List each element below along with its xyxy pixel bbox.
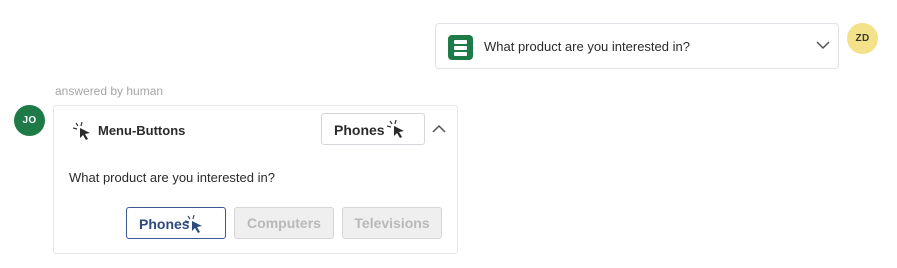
selected-value-chip: Phones: [321, 113, 425, 145]
chevron-up-icon[interactable]: [432, 124, 446, 134]
question-text: What product are you interested in?: [69, 170, 275, 185]
avatar: ZD: [847, 23, 878, 54]
option-computers-button[interactable]: Computers: [234, 207, 334, 239]
menu-buttons-card: Menu-Buttons Phones What product are you…: [53, 105, 458, 254]
chevron-down-icon[interactable]: [816, 40, 830, 50]
avatar: JO: [14, 105, 45, 136]
option-televisions-button[interactable]: Televisions: [342, 207, 442, 239]
option-phones-button[interactable]: Phones: [126, 207, 226, 239]
user-message-text: What product are you interested in?: [484, 39, 690, 54]
cursor-click-icon: [387, 120, 404, 138]
user-message-card[interactable]: What product are you interested in?: [435, 23, 839, 69]
list-icon: [448, 35, 473, 60]
option-label: Phones: [139, 216, 190, 232]
selected-value-label: Phones: [334, 122, 385, 138]
card-title: Menu-Buttons: [98, 123, 186, 138]
cursor-click-icon: [185, 215, 202, 233]
cursor-click-icon: [73, 122, 90, 140]
answered-by-label: answered by human: [55, 84, 164, 98]
